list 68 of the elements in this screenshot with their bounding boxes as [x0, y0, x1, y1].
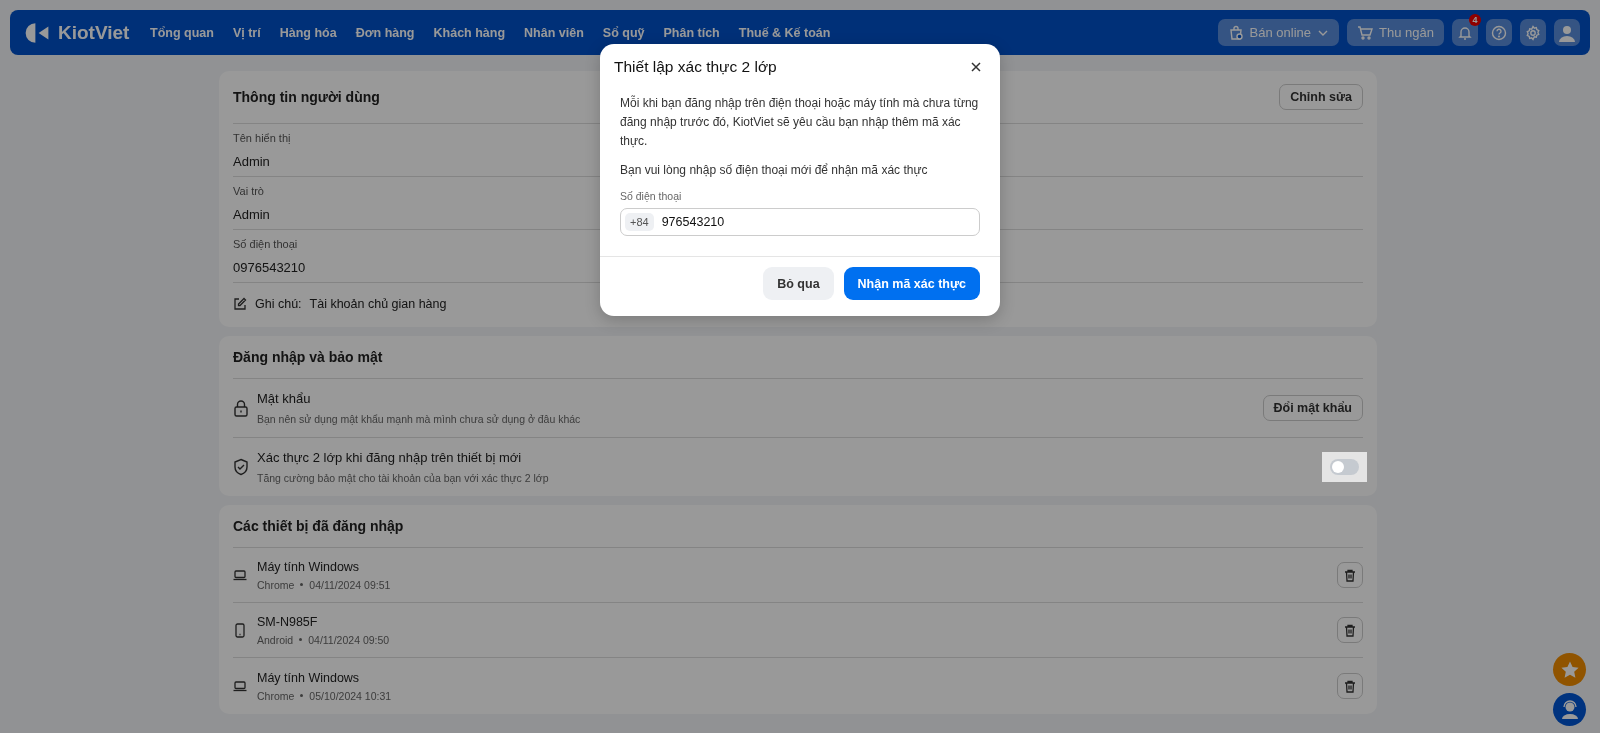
help-icon: [1491, 24, 1507, 41]
section-title: Đăng nhập và bảo mật: [233, 349, 383, 365]
support-button[interactable]: [1553, 693, 1586, 726]
nav-link[interactable]: Nhân viên: [524, 25, 584, 40]
shopping-bag-icon: [1227, 24, 1244, 41]
close-icon: [970, 61, 982, 73]
delete-button[interactable]: [1337, 617, 1363, 643]
nav-link[interactable]: Sổ quỹ: [602, 25, 645, 40]
nav-link[interactable]: Thuế & Kế toán: [738, 25, 831, 40]
note-text: Tài khoản chủ gian hàng: [309, 297, 447, 311]
field-label: Số điện thoại: [233, 238, 298, 250]
setting-title: Mật khẩu: [257, 391, 312, 406]
section-title: Các thiết bị đã đăng nhập: [233, 518, 404, 534]
phone-input[interactable]: +84 976543210: [620, 208, 980, 236]
trash-icon: [1344, 568, 1356, 582]
setting-description: Tăng cường bảo mật cho tài khoản của bạn với xác thực 2 lớp: [257, 472, 550, 484]
device-client: Android: [257, 633, 294, 646]
dialog-title: Thiết lập xác thực 2 lớp: [614, 58, 777, 76]
dialog-text: Bạn vui lòng nhập số điện thoại mới để nhận mã xác thực: [620, 162, 929, 179]
skip-button[interactable]: Bỏ qua: [763, 267, 834, 300]
change-password-button[interactable]: Đổi mật khẩu: [1262, 395, 1363, 421]
device-client: Chrome: [257, 578, 295, 591]
nav-link[interactable]: Đơn hàng: [355, 25, 415, 40]
section-title: Thông tin người dùng: [233, 89, 380, 105]
device-name: Máy tính Windows: [257, 559, 361, 574]
edit-button[interactable]: Chỉnh sửa: [1279, 84, 1363, 110]
field-label: Số điện thoại: [620, 190, 683, 202]
country-code: +84: [625, 213, 654, 231]
phone-icon: [233, 622, 247, 638]
login-time: 04/11/2024 09:50: [308, 633, 390, 646]
login-time: 04/11/2024 09:51: [309, 578, 391, 591]
nav-link[interactable]: Phân tích: [663, 25, 720, 40]
setting-description: Bạn nên sử dụng mật khẩu mạnh mà mình chưa sử dụng ở đâu khác: [257, 413, 582, 425]
separator-dot-icon: [299, 638, 303, 641]
device-name: SM-N985F: [257, 614, 319, 629]
notification-badge: 4: [1469, 14, 1481, 26]
lock-icon: [233, 399, 249, 417]
bell-icon: [1457, 24, 1473, 41]
field-label: Tên hiển thị: [233, 132, 291, 144]
get-code-button[interactable]: Nhận mã xác thực: [843, 267, 980, 300]
field-value: Admin: [233, 154, 270, 169]
dialog-text: Mỗi khi bạn đăng nhập trên điện thoại hoặc máy tính mà chưa từng đăng nhập trước đó, KiotViet sẽ yêu cầu bạn nhập thêm mã xác thực.: [620, 94, 980, 150]
delete-button[interactable]: [1337, 562, 1363, 588]
field-value: 0976543210: [233, 260, 306, 275]
trash-icon: [1344, 679, 1356, 693]
login-time: 05/10/2024 10:31: [309, 689, 392, 702]
nav-link[interactable]: Vị trí: [232, 25, 261, 40]
note-label: Ghi chú:: [255, 297, 302, 311]
laptop-icon: [233, 680, 247, 692]
field-value: Admin: [233, 207, 270, 222]
separator-dot-icon: [300, 694, 304, 697]
logo-text: KiotViet: [58, 21, 130, 44]
nav-link[interactable]: Tổng quan: [150, 25, 214, 40]
trash-icon: [1344, 623, 1356, 637]
shield-check-icon: [233, 458, 249, 476]
two-factor-toggle[interactable]: [1330, 459, 1359, 475]
separator-dot-icon: [300, 583, 304, 586]
edit-note-icon: [233, 297, 247, 311]
field-label: Vai trò: [233, 185, 264, 197]
device-name: Máy tính Windows: [257, 670, 361, 685]
settings-icon: [1525, 24, 1541, 41]
setting-title: Xác thực 2 lớp khi đăng nhập trên thiết bị mới: [257, 450, 523, 465]
delete-button[interactable]: [1337, 673, 1363, 699]
laptop-icon: [233, 569, 247, 581]
nav-link[interactable]: Hàng hóa: [279, 25, 337, 40]
cart-icon: [1357, 24, 1374, 41]
nav-link[interactable]: Khách hàng: [433, 25, 506, 40]
device-client: Chrome: [257, 689, 295, 702]
